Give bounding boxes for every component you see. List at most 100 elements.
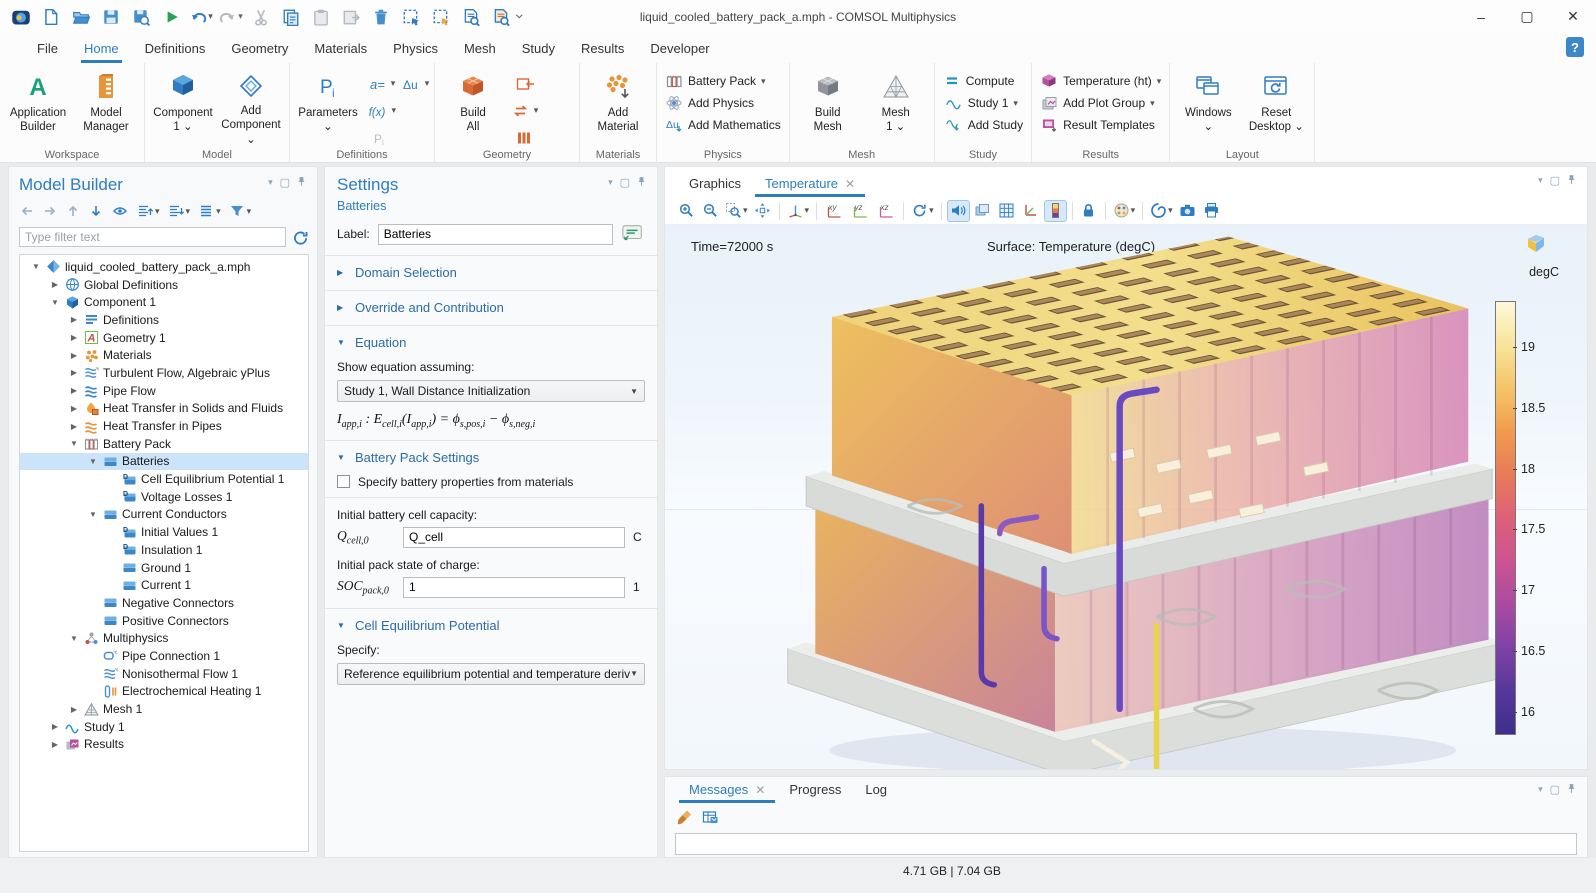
filter-input[interactable] <box>19 227 286 247</box>
tree-item-cell-equilibrium-potential-1[interactable]: DCell Equilibrium Potential 1 <box>20 470 308 488</box>
tree-item-insulation-1[interactable]: DInsulation 1 <box>20 541 308 559</box>
find-replace-icon[interactable] <box>488 4 514 30</box>
menu-developer[interactable]: Developer <box>637 33 722 63</box>
zoom-box-icon[interactable]: ▾ <box>723 200 750 222</box>
add-component-button[interactable]: AddComponent ⌄ <box>217 66 285 146</box>
mesh-1-button[interactable]: Mesh1 ⌄ <box>862 66 930 146</box>
expander-icon[interactable]: ▼ <box>66 634 82 643</box>
messages-tab-messages[interactable]: Messages✕ <box>679 777 775 803</box>
expander-icon[interactable]: ▶ <box>66 705 82 714</box>
pin-icon[interactable] <box>1567 782 1579 796</box>
arrow-down-icon[interactable] <box>88 203 104 219</box>
tree-item-electrochemical-heating-1[interactable]: Electrochemical Heating 1 <box>20 683 308 701</box>
expander-icon[interactable]: ▶ <box>66 351 82 360</box>
menu-physics[interactable]: Physics <box>380 33 451 63</box>
save-icon[interactable] <box>98 4 124 30</box>
minimize-button[interactable]: – <box>1458 0 1504 33</box>
add-study-button[interactable]: Add Study <box>939 116 1027 134</box>
tree-item-turbulent-flow-algebraic-yplus[interactable]: ▶Turbulent Flow, Algebraic yPlus <box>20 364 308 382</box>
tree-item-liquid-cooled-battery-pack-a-mph[interactable]: ▼liquid_cooled_battery_pack_a.mph <box>20 258 308 276</box>
application-builder-button[interactable]: AApplicationBuilder <box>4 66 72 146</box>
zoom-out-icon[interactable] <box>699 200 721 222</box>
geo-rebuild-button[interactable]: ▾ <box>507 103 541 119</box>
tree-item-current-1[interactable]: Current 1 <box>20 576 308 594</box>
expander-icon[interactable]: ▼ <box>85 457 101 466</box>
temperature-ht-button[interactable]: Temperature (ht)▾ <box>1036 72 1165 90</box>
tree-item-results[interactable]: ▶Results <box>20 736 308 754</box>
tree-item-positive-connectors[interactable]: Positive Connectors <box>20 612 308 630</box>
tree-item-current-conductors[interactable]: ▼Current Conductors <box>20 506 308 524</box>
new-file-icon[interactable] <box>38 4 64 30</box>
label-input[interactable] <box>378 224 613 245</box>
panel-menu-icon[interactable]: ▾ <box>268 177 273 188</box>
add-mathematics-button[interactable]: ΔuAdd Mathematics <box>661 116 785 134</box>
menu-file[interactable]: File <box>24 33 71 63</box>
collapse-up-icon[interactable]: ▾ <box>136 203 160 219</box>
tree-item-negative-connectors[interactable]: Negative Connectors <box>20 594 308 612</box>
parameters-button[interactable]: PiParameters⌄ <box>294 66 362 146</box>
copy-icon[interactable] <box>278 4 304 30</box>
palette-icon[interactable]: ▾ <box>1111 200 1138 222</box>
messages-tab-progress[interactable]: Progress <box>779 777 851 803</box>
panel-menu-icon[interactable]: ▾ <box>1538 784 1543 795</box>
close-button[interactable]: ✕ <box>1550 0 1596 33</box>
select-frame-icon[interactable] <box>398 4 424 30</box>
expander-icon[interactable]: ▶ <box>47 722 63 731</box>
panel-menu-icon[interactable]: ▾ <box>608 177 613 188</box>
expander-icon[interactable]: ▶ <box>66 422 82 431</box>
table-settings-icon[interactable] <box>702 809 719 826</box>
paste-icon[interactable] <box>308 4 334 30</box>
color-legend-icon[interactable] <box>1044 200 1067 222</box>
menu-geometry[interactable]: Geometry <box>218 33 301 63</box>
camera-icon[interactable] <box>1177 200 1199 222</box>
undo-icon[interactable]: ▾ <box>188 4 214 30</box>
expander-icon[interactable]: ▶ <box>66 333 82 342</box>
pin-icon[interactable] <box>297 175 309 189</box>
windows-button[interactable]: Windows⌄ <box>1174 66 1242 146</box>
fx-button[interactable]: f(x)▾ <box>362 103 396 119</box>
menu-materials[interactable]: Materials <box>301 33 380 63</box>
clear-broom-icon[interactable] <box>677 809 694 826</box>
specify-materials-checkbox[interactable] <box>337 475 350 488</box>
geo-partition-button[interactable] <box>507 130 541 146</box>
tree-item-pipe-connection-1[interactable]: Pipe Connection 1 <box>20 647 308 665</box>
expander-icon[interactable]: ▶ <box>66 386 82 395</box>
tree-item-definitions[interactable]: ▶Definitions <box>20 311 308 329</box>
orient-axes-icon[interactable]: ▾ <box>785 200 812 222</box>
panel-menu-icon[interactable]: ▾ <box>1538 175 1543 186</box>
tree-item-multiphysics[interactable]: ▼Multiphysics <box>20 629 308 647</box>
model-manager-button[interactable]: ModelManager <box>72 66 140 146</box>
graphics-tab-graphics[interactable]: Graphics <box>679 171 751 197</box>
collapse-down-icon[interactable]: ▾ <box>167 203 191 219</box>
expander-icon[interactable]: ▶ <box>66 368 82 377</box>
tree-list-icon[interactable]: ▾ <box>197 203 221 219</box>
build-mesh-button[interactable]: BuildMesh <box>794 66 862 146</box>
expander-icon[interactable]: ▼ <box>28 262 44 271</box>
view-xz-icon[interactable]: xz <box>874 200 898 222</box>
geo-import-button[interactable] <box>507 76 541 92</box>
graphics-tab-temperature[interactable]: Temperature✕ <box>755 171 865 197</box>
expander-icon[interactable]: ▶ <box>66 404 82 413</box>
expander-icon[interactable]: ▼ <box>66 439 82 448</box>
delete-icon[interactable] <box>368 4 394 30</box>
study-1-button[interactable]: Study 1▾ <box>939 94 1027 112</box>
graphics-canvas[interactable]: Time=72000 s Surface: Temperature (degC) <box>665 225 1587 769</box>
close-tab-icon[interactable]: ✕ <box>845 177 855 191</box>
float-window-icon[interactable]: ▢ <box>1550 174 1560 187</box>
menu-home[interactable]: Home <box>71 33 132 63</box>
open-folder-icon[interactable] <box>68 4 94 30</box>
float-window-icon[interactable]: ▢ <box>280 176 290 189</box>
run-icon[interactable] <box>158 4 184 30</box>
maximize-button[interactable]: ▢ <box>1504 0 1550 33</box>
lighting-icon[interactable]: ▾ <box>1148 200 1175 222</box>
cut-icon[interactable] <box>248 4 274 30</box>
zoom-in-icon[interactable] <box>675 200 697 222</box>
lock-icon[interactable] <box>1078 200 1100 222</box>
axes-small-icon[interactable] <box>1020 200 1042 222</box>
tree-item-pipe-flow[interactable]: ▶Pipe Flow <box>20 382 308 400</box>
redo-icon[interactable]: ▾ <box>218 4 244 30</box>
3d-model-view[interactable] <box>677 229 1507 769</box>
add-physics-button[interactable]: Add Physics <box>661 94 785 112</box>
expander-icon[interactable]: ▶ <box>47 740 63 749</box>
view-xy-icon[interactable]: xy <box>822 200 846 222</box>
